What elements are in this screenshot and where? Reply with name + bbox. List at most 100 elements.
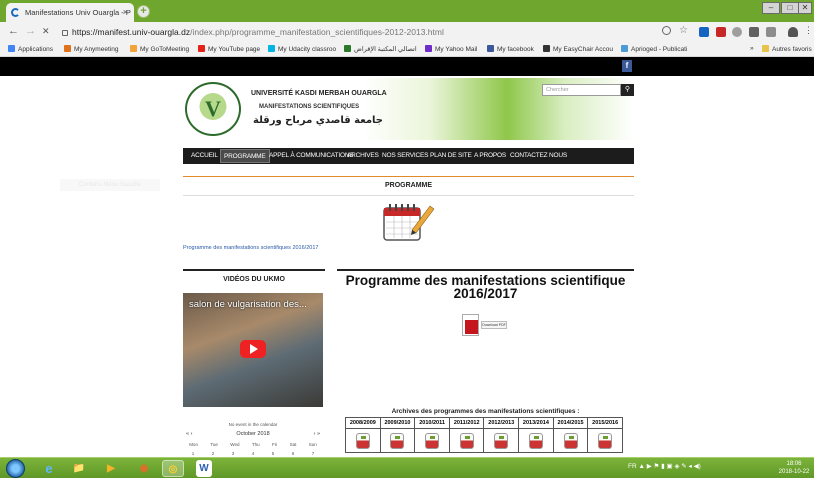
- close-window-button[interactable]: ✕: [798, 2, 812, 14]
- calendar-day[interactable]: 7: [312, 451, 315, 456]
- facebook-icon[interactable]: f: [622, 60, 632, 72]
- extension-icon[interactable]: [732, 27, 742, 37]
- bookmark-item[interactable]: My Udacity classroo: [268, 45, 336, 53]
- extension-icon[interactable]: [749, 27, 759, 37]
- profile-icon[interactable]: [788, 27, 798, 37]
- bookmark-item[interactable]: My EasyChair Accou: [543, 45, 613, 53]
- archive-year: 2010/2011: [414, 417, 450, 429]
- bookmark-item[interactable]: Applications: [8, 45, 53, 53]
- archive-year: 2009/2010: [379, 417, 416, 429]
- play-icon[interactable]: [240, 340, 266, 358]
- chrome-icon[interactable]: ◎: [162, 460, 184, 477]
- bookmark-item[interactable]: My Anymeeting: [64, 45, 118, 53]
- menu-item-plan[interactable]: PLAN DE SITE: [430, 152, 472, 159]
- archive-pdf-icon[interactable]: [563, 433, 578, 449]
- side-menu-label: Contenu Menu Gauche: [60, 179, 160, 191]
- calendar-next-button[interactable]: › »: [314, 431, 320, 437]
- calendar-day[interactable]: 2: [212, 451, 215, 456]
- pdf-icon: [462, 314, 479, 336]
- calendar-day[interactable]: 5: [272, 451, 275, 456]
- university-name: UNIVERSITÉ KASDI MERBAH OUARGLA: [251, 90, 387, 97]
- star-icon[interactable]: ☆: [679, 25, 689, 36]
- bookmark-item[interactable]: My Yahoo Mail: [425, 45, 477, 53]
- extension-icon[interactable]: [766, 27, 776, 37]
- archive-pdf-icon[interactable]: [494, 433, 509, 449]
- bookmark-item[interactable]: My facebook: [487, 45, 534, 53]
- menu-item-apropos[interactable]: A PROPOS: [474, 152, 506, 159]
- bookmark-item[interactable]: My YouTube page: [198, 45, 260, 53]
- bookmarks-more-button[interactable]: »: [750, 45, 754, 52]
- start-button[interactable]: [6, 459, 25, 478]
- tab-close-icon[interactable]: ×: [123, 7, 128, 17]
- bookmark-item[interactable]: اتصالي المكتبة الإقراض: [344, 45, 417, 53]
- stop-button[interactable]: ✕: [42, 26, 50, 37]
- bookmark-item[interactable]: Aprioged - Publicati: [621, 45, 687, 53]
- other-bookmarks[interactable]: Autres favoris: [762, 45, 812, 53]
- divider: [337, 269, 634, 271]
- weekday: Tue: [210, 442, 218, 447]
- gotomeeting-icon: [130, 45, 137, 52]
- url-path: /index.php/programme_manifestation_scien…: [190, 27, 444, 37]
- clock-time: 18:06: [786, 461, 802, 467]
- tab-title: Manifestations Univ Ouargla - P: [25, 8, 131, 17]
- calendar-icon: [383, 204, 434, 241]
- internet-explorer-icon[interactable]: e: [38, 460, 60, 477]
- menu-item-accueil[interactable]: ACCUEIL: [191, 152, 218, 159]
- browser-tab[interactable]: Manifestations Univ Ouargla - P ×: [6, 3, 134, 22]
- browser-toolbar: ← → ✕ https://manifest.univ-ouargla.dz/i…: [0, 22, 814, 42]
- word-icon[interactable]: W: [196, 460, 212, 477]
- menu-dots-icon[interactable]: ⋮: [804, 25, 814, 35]
- search-icon[interactable]: ⚲: [621, 84, 634, 96]
- forward-button[interactable]: →: [25, 25, 36, 37]
- university-logo[interactable]: V: [185, 82, 241, 136]
- folder-icon[interactable]: 📁: [68, 460, 90, 477]
- archives-title: Archives des programmes des manifestatio…: [391, 408, 580, 415]
- calendar-weekdays: Mon Tue Wed Thu Fri Sat Sun: [183, 442, 323, 447]
- maximize-button[interactable]: □: [781, 2, 799, 14]
- anymeeting-icon: [64, 45, 71, 52]
- pdf-label: Download PDF: [481, 321, 507, 329]
- url-host: https://manifest.univ-ouargla.dz: [72, 27, 191, 37]
- main-menu: ACCUEIL PROGRAMME APPEL À COMMUNICATIONS…: [183, 148, 634, 164]
- menu-item-archives[interactable]: ARCHIVES: [347, 152, 379, 159]
- weekday: Thu: [251, 442, 260, 447]
- archive-pdf-icon[interactable]: [355, 433, 370, 449]
- calendar-day[interactable]: 3: [232, 451, 235, 456]
- menu-item-services[interactable]: NOS SERVICES: [382, 152, 428, 159]
- menu-item-contact[interactable]: CONTACTEZ NOUS: [510, 152, 567, 159]
- menu-item-programme[interactable]: PROGRAMME: [220, 149, 270, 163]
- extension-icon[interactable]: [716, 27, 726, 37]
- weekday: Mon: [189, 442, 198, 447]
- minimize-button[interactable]: –: [762, 2, 780, 14]
- archive-cell: [587, 428, 623, 453]
- calendar-day[interactable]: 1: [192, 451, 195, 456]
- calendar-day[interactable]: 6: [292, 451, 295, 456]
- new-tab-button[interactable]: +: [137, 5, 150, 18]
- program-link[interactable]: Programme des manifestations scientifiqu…: [183, 245, 318, 251]
- clock[interactable]: 18:06 2018-10-22: [778, 460, 810, 476]
- divider: [183, 195, 634, 196]
- archive-pdf-icon[interactable]: [598, 433, 613, 449]
- media-icon[interactable]: ◉: [133, 460, 155, 477]
- bookmark-item[interactable]: My GoToMeeting: [130, 45, 189, 53]
- zoom-icon[interactable]: [662, 26, 671, 35]
- pdf-download-button[interactable]: Download PDF: [462, 314, 508, 336]
- windows-taskbar: e 📁 ▶ ◉ ◎ W FR ▲ ▶ ⚑ ▮ ▣ ◈ ✎ ◂ ◀) 18:06 …: [0, 457, 814, 478]
- archive-cell: [414, 428, 450, 453]
- archive-pdf-icon[interactable]: [528, 433, 543, 449]
- archive-pdf-icon[interactable]: [425, 433, 440, 449]
- video-player[interactable]: salon de vulgarisation des...: [183, 293, 323, 407]
- back-button[interactable]: ←: [8, 25, 19, 37]
- address-bar[interactable]: https://manifest.univ-ouargla.dz/index.p…: [62, 24, 702, 40]
- main-title: Programme des manifestations scientifiqu…: [345, 273, 626, 301]
- youtube-icon: [198, 45, 205, 52]
- archive-pdf-icon[interactable]: [459, 433, 474, 449]
- extension-icon[interactable]: [699, 27, 709, 37]
- yahoo-mail-icon: [425, 45, 432, 52]
- archive-pdf-icon[interactable]: [390, 433, 405, 449]
- system-tray[interactable]: FR ▲ ▶ ⚑ ▮ ▣ ◈ ✎ ◂ ◀): [628, 462, 701, 470]
- menu-item-appel[interactable]: APPEL À COMMUNICATIONS: [269, 152, 354, 159]
- media-player-icon[interactable]: ▶: [100, 460, 122, 477]
- calendar-day[interactable]: 4: [252, 451, 255, 456]
- search-input[interactable]: Chercher: [542, 84, 621, 96]
